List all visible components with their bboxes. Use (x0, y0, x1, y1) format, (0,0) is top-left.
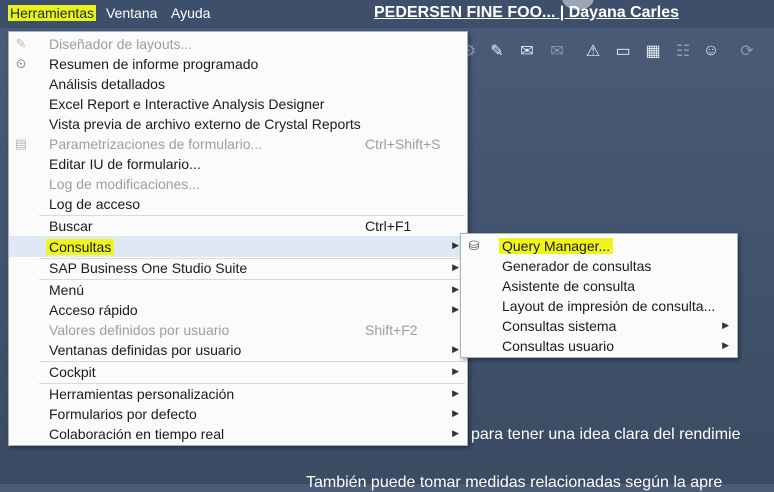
menu-item-default-forms[interactable]: Formularios por defecto ▶ (9, 404, 467, 424)
menu-item-drilldown-analysis[interactable]: Análisis detallados (9, 74, 467, 94)
submenu-arrow-icon: ▶ (452, 408, 459, 418)
menu-ayuda[interactable]: Ayuda (171, 5, 210, 21)
pencil-icon: ✎ (15, 36, 27, 51)
submenu-arrow-icon: ▶ (452, 240, 459, 250)
submenu-item-user-queries[interactable]: Consultas usuario ▶ (461, 336, 737, 356)
queries-label: Consultas (46, 239, 115, 255)
submenu-arrow-icon: ▶ (722, 320, 729, 330)
menu-item-access-log[interactable]: Log de acceso (9, 194, 467, 214)
submenu-arrow-icon: ▶ (452, 388, 459, 398)
alert-icon[interactable]: ⚠ (582, 40, 604, 62)
menu-bar: Herramientas Ventana Ayuda PEDERSEN FINE… (0, 0, 774, 28)
message-icon[interactable]: ✉ (516, 40, 538, 62)
calculator-icon[interactable]: ▦ (642, 40, 664, 62)
menu-item-cockpit[interactable]: Cockpit ▶ (9, 362, 467, 382)
menu-item-excel-report[interactable]: Excel Report e Interactive Analysis Desi… (9, 94, 467, 114)
menu-ventana[interactable]: Ventana (106, 5, 157, 21)
submenu-arrow-icon: ▶ (452, 344, 459, 354)
submenu-arrow-icon: ▶ (452, 284, 459, 294)
submenu-arrow-icon: ▶ (452, 428, 459, 438)
menu-item-menu[interactable]: Menú ▶ (9, 280, 467, 300)
submenu-arrow-icon: ▶ (452, 366, 459, 376)
submenu-item-query-manager[interactable]: ⛁ Query Manager... (461, 236, 737, 256)
menu-item-change-log[interactable]: Log de modificaciones... (9, 174, 467, 194)
submenu-item-query-wizard[interactable]: Asistente de consulta (461, 276, 737, 296)
menu-item-customization-tools[interactable]: Herramientas personalización ▶ (9, 384, 467, 404)
menu-item-form-settings[interactable]: ▤ Parametrizaciones de formulario... Ctr… (9, 134, 467, 154)
consultas-submenu: ⛁ Query Manager... Generador de consulta… (460, 233, 738, 358)
menu-herramientas[interactable]: Herramientas (8, 5, 97, 21)
refresh-icon[interactable]: ⟳ (736, 40, 758, 62)
org-chart-icon[interactable]: ☷ (672, 40, 694, 62)
background-text-line2: También puede tomar medidas relacionadas… (306, 474, 723, 491)
menu-item-queries[interactable]: Consultas ▶ (9, 236, 467, 257)
submenu-arrow-icon: ▶ (452, 262, 459, 272)
menu-item-scheduled-report[interactable]: ⏲ Resumen de informe programado (9, 54, 467, 74)
menu-item-edit-form-ui[interactable]: Editar IU de formulario... (9, 154, 467, 174)
menu-item-crystal-preview[interactable]: Vista previa de archivo externo de Cryst… (9, 114, 467, 134)
query-manager-icon: ⛁ (468, 238, 480, 253)
user-icon[interactable]: ☺ (700, 40, 722, 62)
window-title: PEDERSEN FINE FOO... | Dayana Carles (374, 4, 680, 21)
submenu-arrow-icon: ▶ (452, 304, 459, 314)
report-clock-icon: ⏲ (15, 56, 27, 71)
submenu-item-query-print-layout[interactable]: Layout de impresión de consulta... (461, 296, 737, 316)
menu-item-layout-designer[interactable]: ✎ Diseñador de layouts... (9, 34, 467, 54)
toolbar: ⚙ ✎ ✉ ✉ ⚠ ▭ ▦ ☷ ☺ ⟳ (458, 40, 774, 66)
menu-item-user-defined-windows[interactable]: Ventanas definidas por usuario ▶ (9, 340, 467, 360)
edit-form-icon[interactable]: ✎ (486, 40, 508, 62)
menu-item-studio-suite[interactable]: SAP Business One Studio Suite ▶ (9, 258, 467, 278)
herramientas-dropdown: ✎ Diseñador de layouts... ⏲ Resumen de i… (8, 31, 468, 446)
message-alt-icon[interactable]: ✉ (546, 40, 568, 62)
submenu-arrow-icon: ▶ (722, 340, 729, 350)
background-text-line1: para tener una idea clara del rendimie (471, 426, 741, 443)
menu-item-find[interactable]: Buscar Ctrl+F1 (9, 216, 467, 236)
window-icon[interactable]: ▭ (612, 40, 634, 62)
menu-item-user-defined-values[interactable]: Valores definidos por usuario Shift+F2 (9, 320, 467, 340)
query-manager-label: Query Manager... (499, 238, 614, 254)
document-settings-icon: ▤ (14, 136, 28, 151)
menu-item-quick-access[interactable]: Acceso rápido ▶ (9, 300, 467, 320)
submenu-item-system-queries[interactable]: Consultas sistema ▶ (461, 316, 737, 336)
menu-item-realtime-collaboration[interactable]: Colaboración en tiempo real ▶ (9, 424, 467, 444)
submenu-item-query-generator[interactable]: Generador de consultas (461, 256, 737, 276)
